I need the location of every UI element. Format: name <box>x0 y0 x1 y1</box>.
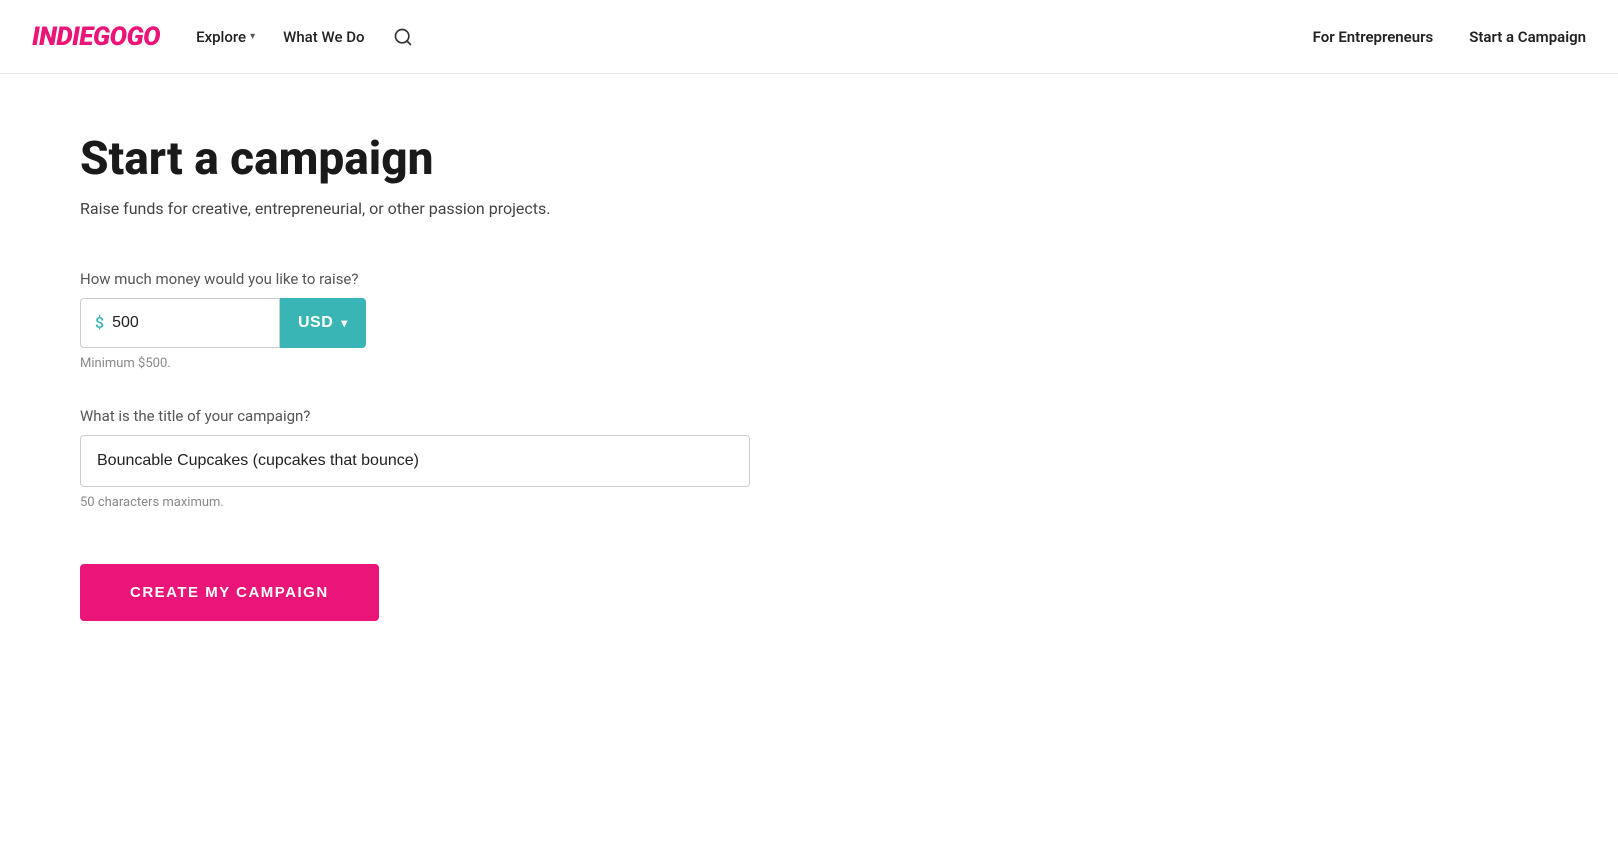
campaign-title-input[interactable] <box>80 435 750 487</box>
explore-chevron-icon: ▾ <box>250 31 255 42</box>
nav-left: Explore ▾ What We Do <box>196 27 1313 47</box>
currency-select-button[interactable]: USD ▾ <box>280 298 366 348</box>
brand-logo[interactable]: INDIEGOGO <box>32 22 160 52</box>
campaign-title-section: What is the title of your campaign? 50 c… <box>80 407 780 510</box>
amount-label: How much money would you like to raise? <box>80 270 780 288</box>
amount-input-wrap: $ <box>80 298 280 348</box>
currency-label: USD <box>298 314 333 332</box>
main-content: Start a campaign Raise funds for creativ… <box>0 74 860 681</box>
amount-section: How much money would you like to raise? … <box>80 270 780 371</box>
nav-explore[interactable]: Explore ▾ <box>196 28 255 46</box>
amount-row: $ USD ▾ <box>80 298 780 348</box>
nav-what-we-do[interactable]: What We Do <box>283 28 364 46</box>
amount-input[interactable] <box>112 314 232 332</box>
campaign-title-label: What is the title of your campaign? <box>80 407 780 425</box>
amount-hint: Minimum $500. <box>80 356 780 371</box>
page-subtitle: Raise funds for creative, entrepreneuria… <box>80 199 780 218</box>
nav-start-campaign[interactable]: Start a Campaign <box>1469 28 1586 46</box>
currency-chevron-icon: ▾ <box>341 316 348 330</box>
search-icon[interactable] <box>393 27 413 47</box>
create-campaign-button[interactable]: CREATE MY CAMPAIGN <box>80 564 379 621</box>
page-title: Start a campaign <box>80 134 780 185</box>
campaign-title-hint: 50 characters maximum. <box>80 495 780 510</box>
navbar: INDIEGOGO Explore ▾ What We Do For Entre… <box>0 0 1618 74</box>
nav-right: For Entrepreneurs Start a Campaign <box>1313 28 1586 46</box>
nav-for-entrepreneurs[interactable]: For Entrepreneurs <box>1313 28 1434 46</box>
dollar-sign-icon: $ <box>95 313 104 332</box>
